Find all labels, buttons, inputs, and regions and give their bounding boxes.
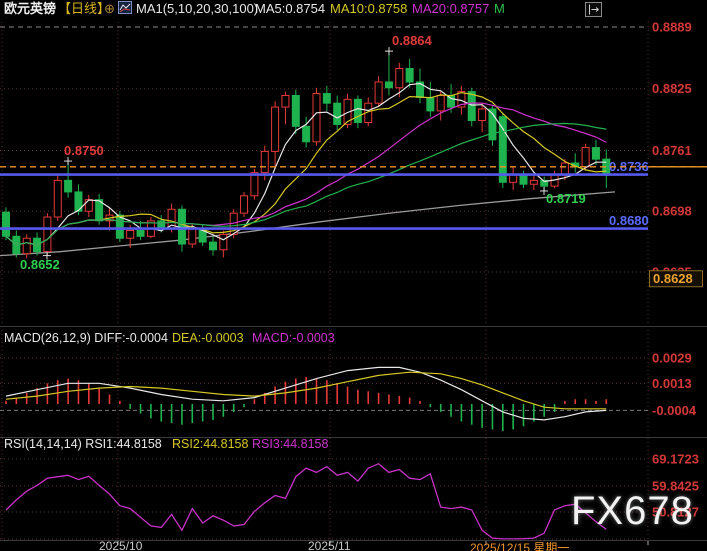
rsi-line <box>6 464 606 539</box>
macd-histogram <box>6 377 606 431</box>
date-axis[interactable]: 2025/10 2025/11 2025/12/15 星期一 <box>0 540 707 551</box>
macd-axis-label: 0.0013 <box>652 376 692 391</box>
add-indicator-icon[interactable]: ⊕ <box>104 1 115 17</box>
support-line-label: 0.8680 <box>609 213 649 228</box>
swing-label: 0.8719 <box>546 191 586 206</box>
rsi-panel-header: RSI(14,14,14) RSI1:44.8158 RSI2:44.8158 … <box>0 437 600 455</box>
swing-label: 0.8652 <box>20 257 60 272</box>
fx678-watermark: FX678 <box>571 489 694 534</box>
trading-chart-app: 0.87360.86800.87500.88640.86520.87190.88… <box>0 0 707 551</box>
ma30-value-truncated: M <box>494 1 505 17</box>
date-label-oct: 2025/10 <box>99 539 142 551</box>
svg-text:0.8628: 0.8628 <box>653 271 693 286</box>
rsi3-value: RSI3:44.8158 <box>252 437 328 451</box>
macd-panel-header: MACD(26,12,9) DIFF:-0.0004 DEA:-0.0003 M… <box>0 331 600 349</box>
y-axis-label: 0.8761 <box>652 143 692 158</box>
y-axis-label: 0.8825 <box>652 81 692 96</box>
date-label-current: 2025/12/15 星期一 <box>470 539 569 551</box>
macd-dea-value: DEA:-0.0003 <box>172 331 244 345</box>
collapse-panel-icon[interactable] <box>585 2 602 17</box>
chart-type-icon[interactable] <box>118 1 132 18</box>
symbol-name: 欧元英镑 <box>4 1 56 17</box>
macd-title-diff[interactable]: MACD(26,12,9) DIFF:-0.0004 <box>4 331 168 345</box>
chart-canvas[interactable]: 0.87360.86800.87500.88640.86520.87190.88… <box>0 0 707 551</box>
timeframe-label[interactable]: 【日线】 <box>58 1 110 17</box>
swing-label: 0.8750 <box>64 143 104 158</box>
chart-header: 欧元英镑 【日线】 ⊕ MA1(5,10,20,30,100) MA5:0.87… <box>0 0 707 18</box>
macd-axis-label: 0.0029 <box>652 350 692 365</box>
date-label-nov: 2025/11 <box>308 539 351 551</box>
rsi2-value: RSI2:44.8158 <box>172 437 248 451</box>
macd-axis-label: -0.0004 <box>652 403 697 418</box>
swing-label: 0.8864 <box>392 33 433 48</box>
ma-settings-label[interactable]: MA1(5,10,20,30,100) <box>136 1 258 17</box>
ma10-line <box>6 93 606 245</box>
macd-value: MACD:-0.0003 <box>252 331 335 345</box>
y-axis-label: 0.8698 <box>652 204 692 219</box>
ma20-value: MA20:0.8757 <box>412 1 489 17</box>
rsi1-value[interactable]: RSI(14,14,14) RSI1:44.8158 <box>4 437 162 451</box>
rsi-axis-label: 69.1723 <box>652 451 699 466</box>
y-axis-label: 0.8889 <box>652 20 692 35</box>
ma10-value: MA10:0.8758 <box>330 1 407 17</box>
ma5-value: MA5:0.8754 <box>255 1 325 17</box>
